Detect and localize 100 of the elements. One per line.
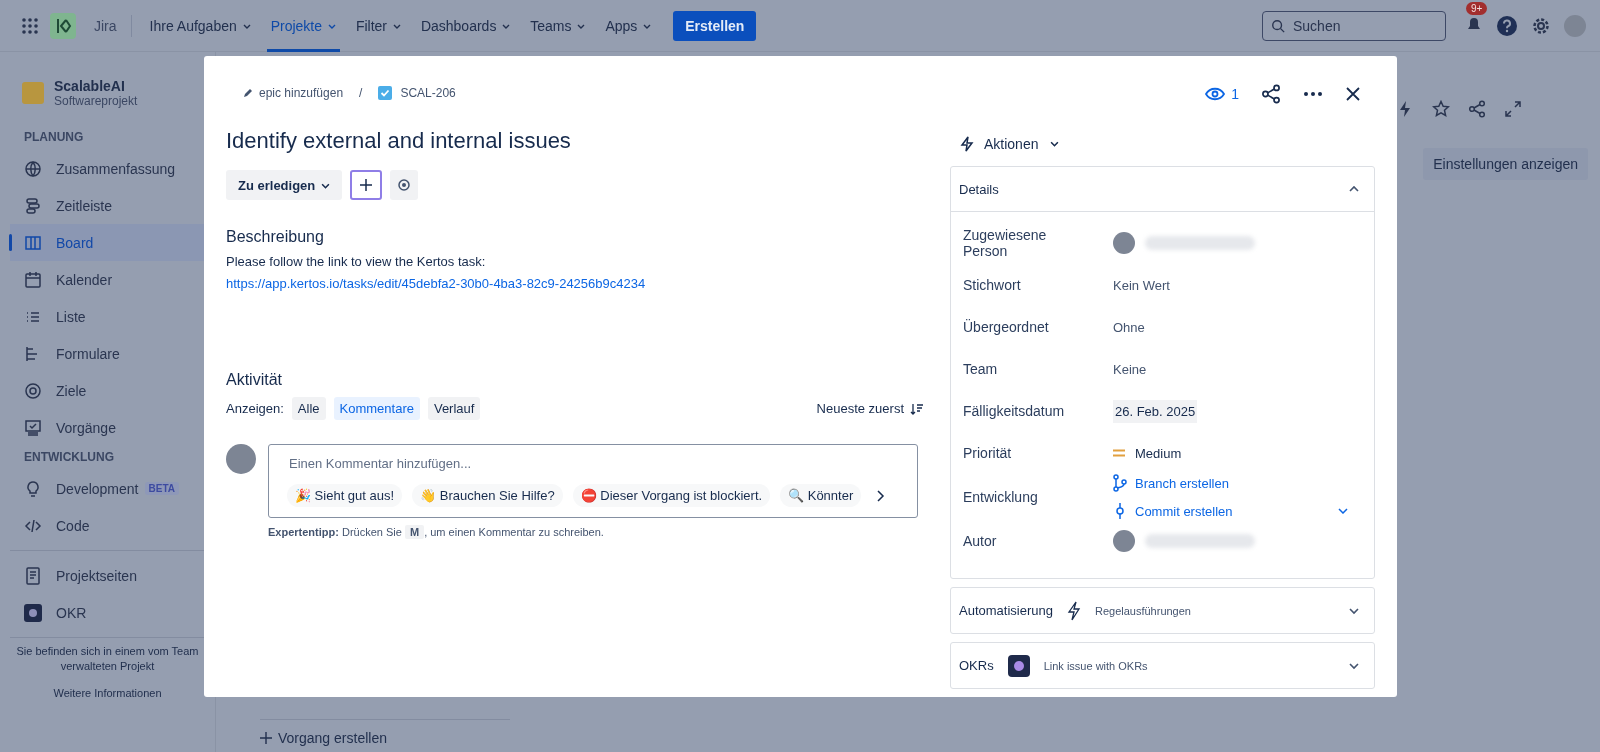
sidebar-item[interactable]: Zusammenfassung [10,150,205,187]
field-label: Entwicklung [963,489,1039,505]
app-grid-icon[interactable] [22,17,38,34]
add-button[interactable] [349,170,382,200]
priority-value[interactable]: Medium [1135,445,1182,461]
lightning-icon [1066,600,1081,621]
watchers-button[interactable]: 1 [1205,86,1239,102]
sort-button[interactable]: Neueste zuerst [816,401,934,416]
panel-title: OKRs [959,658,994,673]
activity-filter-tab[interactable]: Kommentare [333,397,420,420]
chevron-down-icon[interactable] [1338,508,1348,514]
sidebar-item[interactable]: Ziele [10,372,205,409]
close-icon[interactable] [1345,86,1361,102]
details-heading[interactable]: Details [959,181,999,197]
nav-menu-item[interactable]: Projekte [266,0,340,52]
sidebar-item[interactable]: OKR [10,594,205,631]
field-label: Team [963,361,999,377]
nav-menu-item[interactable]: Teams [526,0,590,52]
field-value[interactable]: Keine [1113,361,1147,377]
calendar-icon [24,270,42,289]
sort-icon [910,402,924,415]
sidebar-item[interactable]: Projektseiten [10,557,205,594]
comment-field[interactable]: Einen Kommentar hinzufügen... 🎉 Sieht gut aus! 👋 Brauchen Sie Hilfe? ⛔ Dieser Vorgang ist blockiert. 🔍 Könnter [268,444,918,518]
quick-reply-chip[interactable]: ⛔ Dieser Vorgang ist blockiert. [572,484,771,507]
activity-filter-tab[interactable]: Alle [291,397,326,420]
medium-priority-icon [1113,448,1125,458]
sidebar-item[interactable]: Vorgänge [10,409,205,446]
collapsible-panel[interactable]: OKRs Link issue with OKRs [950,642,1375,689]
star-icon[interactable] [1432,100,1450,118]
lightning-icon [960,136,974,152]
chevron-down-icon[interactable] [1348,606,1360,615]
team-managed-notice: Sie befinden sich in einem vom Team verwalteten Projekt [15,644,200,675]
quick-reply-chip[interactable]: 👋 Brauchen Sie Hilfe? [412,484,563,507]
globe-icon [24,159,42,178]
field-label: Autor [963,533,998,549]
development-link[interactable]: Branch erstellen [1135,475,1229,491]
status-dropdown[interactable]: Zu erledigen [226,170,342,200]
sidebar-item[interactable]: Kalender [10,261,205,298]
chevron-down-icon [1050,141,1060,147]
share-icon[interactable] [1261,84,1281,104]
search-icon [1271,18,1285,33]
product-logo[interactable] [50,12,76,39]
sidebar-item[interactable]: Code [10,507,205,544]
more-info-link[interactable]: Weitere Informationen [10,686,205,699]
chevron-right-icon[interactable] [875,489,886,502]
target-icon [24,381,42,400]
nav-menu-item[interactable]: Filter [351,0,405,52]
sidebar-item[interactable]: Liste [10,298,205,335]
pro-tip-text: Expertentipp: Drücken Sie M , um einen Kommentar zu schreiben. [268,526,605,538]
due-date-value[interactable]: 26. Feb. 2025 [1113,399,1198,423]
sidebar-item[interactable]: Zeitleiste [10,187,205,224]
expand-icon[interactable] [1504,100,1522,118]
nav-menu-item[interactable]: Apps [601,0,656,52]
create-button[interactable]: Erstellen [673,10,757,41]
chevron-down-icon [643,24,652,30]
issue-title[interactable]: Identify external and internal issues [226,128,934,154]
sidebar-item[interactable]: Formulare [10,335,205,372]
okr-app-icon [1007,654,1030,677]
task-link[interactable]: https://app.kertos.io/tasks/edit/45debfa2-30b0-4ba3-82c9-24256b9c4234 [226,276,646,291]
quick-reply-chip[interactable]: 🔍 Könnter [780,484,862,507]
activity-heading: Aktivität [226,371,283,389]
plus-icon [260,732,272,744]
field-label: Stichwort [963,277,1022,293]
project-name[interactable]: ScalableAI [54,78,138,94]
sidebar-item[interactable]: Development BETA [10,470,205,507]
more-options-icon[interactable] [1303,91,1323,97]
search-field[interactable]: Suchen [1262,10,1446,41]
chevron-down-icon [392,24,401,30]
description-text[interactable]: Please follow the link to view the Kertos task: [226,254,934,269]
project-icon [22,82,44,104]
sidebar-item[interactable]: Board [10,224,205,261]
help-icon[interactable] [1496,14,1518,37]
issues-icon [24,418,42,437]
add-epic-link[interactable]: epic hinzufügen [242,86,344,100]
view-settings-button[interactable]: Einstellungen anzeigen [1423,148,1588,180]
user-avatar [226,444,256,474]
chevron-down-icon[interactable] [1348,661,1360,670]
activity-filter-tab[interactable]: Verlauf [427,397,481,420]
chevron-up-icon[interactable] [1348,185,1360,193]
actions-button[interactable]: Aktionen [960,136,1060,152]
description-heading: Beschreibung [226,228,325,246]
target-button[interactable] [389,170,418,200]
field-value[interactable]: Kein Wert [1113,277,1170,293]
bulb-icon [24,479,42,498]
quick-reply-chip[interactable]: 🎉 Sieht gut aus! [287,484,403,507]
chevron-down-icon [502,24,511,30]
development-link[interactable]: Commit erstellen [1135,503,1233,519]
pencil-icon [242,87,254,99]
nav-menu-item[interactable]: Dashboards [416,0,515,52]
target-icon [396,178,411,192]
issue-key-link[interactable]: SCAL-206 [400,86,456,100]
create-issue-button[interactable]: Vorgang erstellen [260,730,387,746]
field-value[interactable]: Ohne [1113,319,1145,335]
person-avatar[interactable] [1113,232,1135,254]
person-avatar[interactable] [1113,530,1135,552]
breadcrumb-separator: / [359,86,363,100]
project-type: Softwareprojekt [54,94,138,108]
collapsible-panel[interactable]: Automatisierung Regelausführungen [950,587,1375,634]
nav-menu-item[interactable]: Ihre Aufgaben [145,0,255,52]
beta-badge: BETA [144,482,179,495]
